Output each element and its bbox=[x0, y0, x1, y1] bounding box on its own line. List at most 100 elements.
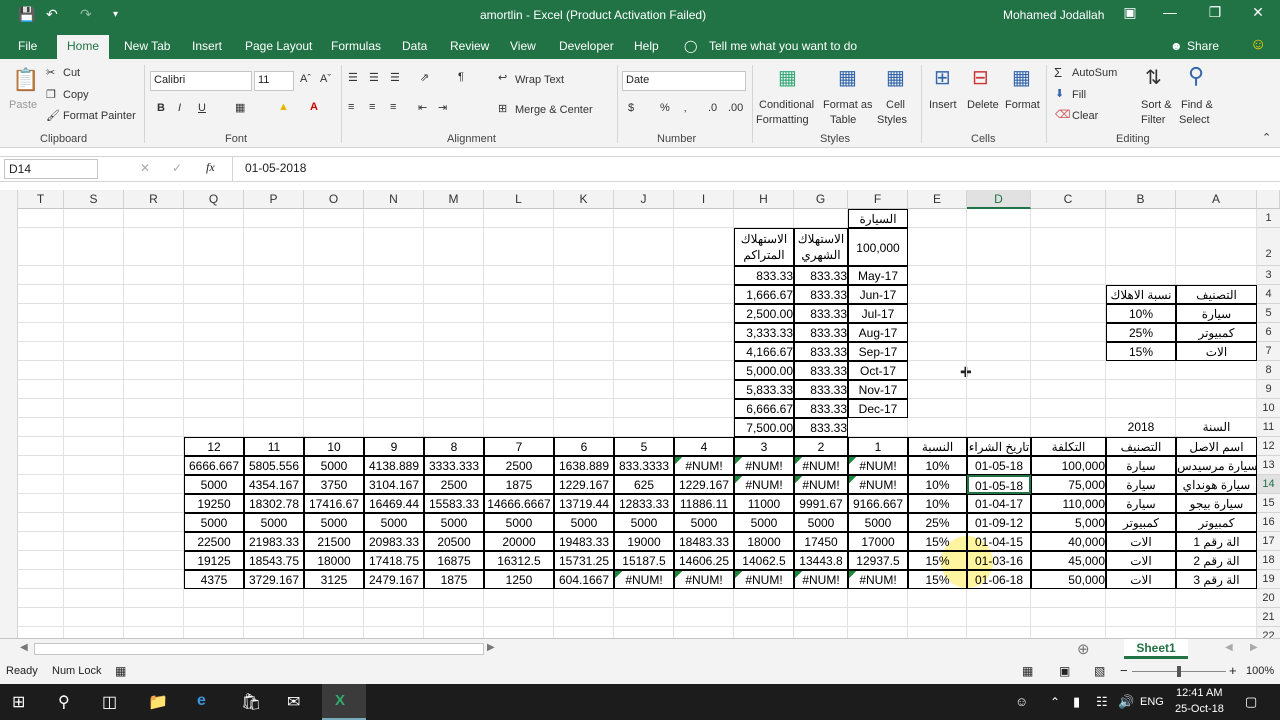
select-all-corner[interactable] bbox=[1257, 190, 1280, 209]
tab-home[interactable]: Home bbox=[57, 35, 110, 59]
row-header-8[interactable]: 8 bbox=[1257, 361, 1280, 380]
row-header-3[interactable]: 3 bbox=[1257, 266, 1280, 285]
column-header-m[interactable]: M bbox=[424, 190, 484, 209]
column-header-f[interactable]: F bbox=[848, 190, 908, 209]
row-header-5[interactable]: 5 bbox=[1257, 304, 1280, 323]
cell-l15[interactable]: 14666.6667 bbox=[484, 494, 554, 513]
cell-h12[interactable]: 3 bbox=[734, 437, 794, 456]
save-icon[interactable]: 💾 bbox=[18, 6, 35, 23]
language-indicator[interactable]: ENG bbox=[1140, 696, 1164, 708]
fill-icon[interactable]: ⬇ bbox=[1055, 87, 1064, 100]
cell-b5[interactable]: 10% bbox=[1106, 304, 1176, 323]
cell-b7[interactable]: 15% bbox=[1106, 342, 1176, 361]
cell-j14[interactable]: 625 bbox=[614, 475, 674, 494]
cell-m14[interactable]: 2500 bbox=[424, 475, 484, 494]
clock-time[interactable]: 12:41 AM bbox=[1176, 687, 1222, 699]
font-size-box[interactable]: 11 bbox=[254, 71, 294, 91]
cell-l12[interactable]: 7 bbox=[484, 437, 554, 456]
cell-q17[interactable]: 22500 bbox=[184, 532, 244, 551]
cell-g11[interactable]: 833.33 bbox=[794, 418, 848, 437]
tab-help[interactable]: Help bbox=[634, 39, 659, 53]
cell-g2[interactable]: الاستهلاك الشهري bbox=[794, 228, 848, 266]
comma-icon[interactable]: ‚ bbox=[684, 102, 686, 114]
collapse-ribbon-icon[interactable]: ⌃ bbox=[1262, 131, 1271, 144]
cell-h4[interactable]: 1,666.67 bbox=[734, 285, 794, 304]
cell-o12[interactable]: 10 bbox=[304, 437, 364, 456]
row-header-11[interactable]: 11 bbox=[1257, 418, 1280, 437]
cell-h15[interactable]: 11000 bbox=[734, 494, 794, 513]
horizontal-scrollbar[interactable] bbox=[34, 643, 484, 655]
cell-i19[interactable]: #NUM! bbox=[674, 570, 734, 589]
column-header-p[interactable]: P bbox=[244, 190, 304, 209]
cut-icon[interactable]: ✂ bbox=[46, 66, 55, 79]
cell-q14[interactable]: 5000 bbox=[184, 475, 244, 494]
italic-icon[interactable]: I bbox=[178, 102, 181, 114]
row-header-21[interactable]: 21 bbox=[1257, 608, 1280, 627]
formula-input[interactable]: 01-05-2018 bbox=[232, 157, 1262, 181]
cell-h14[interactable]: #NUM! bbox=[734, 475, 794, 494]
cell-h16[interactable]: 5000 bbox=[734, 513, 794, 532]
column-header-b[interactable]: B bbox=[1106, 190, 1176, 209]
fill-color-icon[interactable]: ▲ bbox=[278, 101, 289, 113]
column-header-n[interactable]: N bbox=[364, 190, 424, 209]
cut-button[interactable]: Cut bbox=[63, 67, 80, 79]
tab-file[interactable]: File bbox=[18, 39, 37, 53]
cell-i14[interactable]: 1229.167 bbox=[674, 475, 734, 494]
cell-l16[interactable]: 5000 bbox=[484, 513, 554, 532]
cell-o15[interactable]: 17416.67 bbox=[304, 494, 364, 513]
zoom-slider-thumb[interactable] bbox=[1177, 666, 1181, 677]
column-header-g[interactable]: G bbox=[794, 190, 848, 209]
cell-a13[interactable]: سيارة مرسيدس bbox=[1176, 456, 1257, 475]
battery-icon[interactable]: ▮ bbox=[1073, 694, 1080, 710]
cell-c13[interactable]: 100,000 bbox=[1031, 456, 1106, 475]
middle-align-icon[interactable]: ☰ bbox=[369, 71, 379, 84]
cell-i16[interactable]: 5000 bbox=[674, 513, 734, 532]
cell-d18[interactable]: 01-03-16 bbox=[967, 551, 1031, 570]
bold-icon[interactable]: B bbox=[157, 102, 165, 114]
cell-d13[interactable]: 01-05-18 bbox=[967, 456, 1031, 475]
cell-q18[interactable]: 19125 bbox=[184, 551, 244, 570]
format-painter-button[interactable]: Format Painter bbox=[63, 110, 136, 122]
cell-q16[interactable]: 5000 bbox=[184, 513, 244, 532]
cell-f6[interactable]: Aug-17 bbox=[848, 323, 908, 342]
cell-a6[interactable]: كمبيوتر bbox=[1176, 323, 1257, 342]
row-header-17[interactable]: 17 bbox=[1257, 532, 1280, 551]
paste-icon[interactable]: 📋 bbox=[12, 67, 39, 93]
column-header-i[interactable]: I bbox=[674, 190, 734, 209]
sheet-tab-sheet1[interactable]: Sheet1 bbox=[1124, 639, 1188, 659]
cell-g17[interactable]: 17450 bbox=[794, 532, 848, 551]
tab-developer[interactable]: Developer bbox=[559, 39, 614, 53]
cell-l18[interactable]: 16312.5 bbox=[484, 551, 554, 570]
cell-a15[interactable]: سيارة بيجو bbox=[1176, 494, 1257, 513]
cell-k17[interactable]: 19483.33 bbox=[554, 532, 614, 551]
cell-m12[interactable]: 8 bbox=[424, 437, 484, 456]
cell-q13[interactable]: 6666.667 bbox=[184, 456, 244, 475]
row-header-16[interactable]: 16 bbox=[1257, 513, 1280, 532]
cell-f7[interactable]: Sep-17 bbox=[848, 342, 908, 361]
page-layout-view-icon[interactable]: ▣ bbox=[1059, 664, 1070, 678]
cell-b17[interactable]: الات bbox=[1106, 532, 1176, 551]
worksheet-grid[interactable]: ✚ TSRQPONMLKJIHGFEDCBA123456789101112131… bbox=[0, 190, 1280, 646]
cell-p19[interactable]: 3729.167 bbox=[244, 570, 304, 589]
cell-i18[interactable]: 14606.25 bbox=[674, 551, 734, 570]
cell-f10[interactable]: Dec-17 bbox=[848, 399, 908, 418]
cell-k14[interactable]: 1229.167 bbox=[554, 475, 614, 494]
cell-d12[interactable]: تاريخ الشراء bbox=[967, 437, 1031, 456]
cell-o19[interactable]: 3125 bbox=[304, 570, 364, 589]
copy-button[interactable]: Copy bbox=[63, 89, 89, 101]
clock-date[interactable]: 25-Oct-18 bbox=[1175, 703, 1224, 715]
cell-f16[interactable]: 5000 bbox=[848, 513, 908, 532]
notifications-icon[interactable]: ▢ bbox=[1245, 694, 1257, 710]
cell-j17[interactable]: 19000 bbox=[614, 532, 674, 551]
column-header-o[interactable]: O bbox=[304, 190, 364, 209]
cell-e18[interactable]: 15% bbox=[908, 551, 967, 570]
mail-icon[interactable]: ✉ bbox=[287, 692, 300, 712]
cell-d16[interactable]: 01-09-12 bbox=[967, 513, 1031, 532]
row-header-20[interactable]: 20 bbox=[1257, 589, 1280, 608]
cell-c12[interactable]: التكلفة bbox=[1031, 437, 1106, 456]
cell-d17[interactable]: 01-04-15 bbox=[967, 532, 1031, 551]
cell-f4[interactable]: Jun-17 bbox=[848, 285, 908, 304]
cell-l13[interactable]: 2500 bbox=[484, 456, 554, 475]
delete-cells-button[interactable]: Delete bbox=[967, 99, 999, 111]
sort-filter-icon[interactable]: ⇅ bbox=[1145, 65, 1162, 90]
